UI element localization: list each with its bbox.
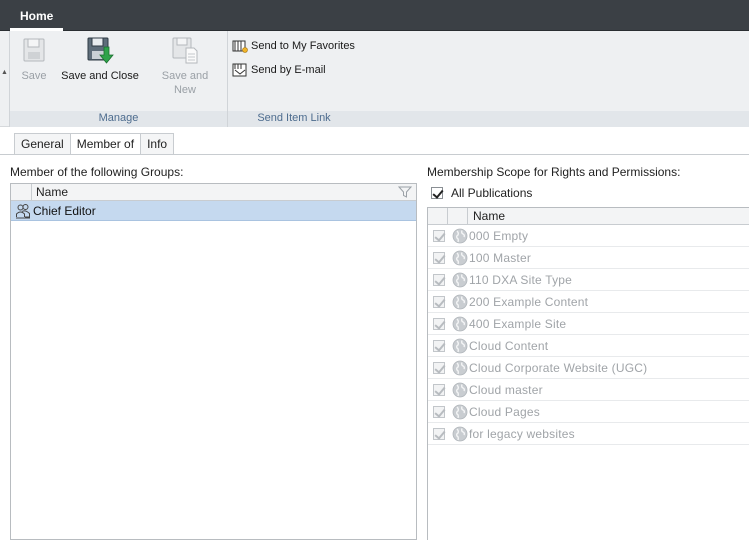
floppy-disk-icon (23, 38, 45, 62)
save-and-new-button[interactable]: Save and New (158, 35, 212, 97)
send-to-favorites-label: Send to My Favorites (251, 40, 355, 52)
ribbon-collapse-icon[interactable]: ▲ (1, 69, 9, 79)
user-group-icon (16, 203, 30, 218)
scope-caption: Membership Scope for Rights and Permissi… (427, 165, 681, 179)
publication-checkbox[interactable] (433, 384, 445, 396)
groups-list[interactable]: Name Chief Editor (10, 183, 417, 540)
email-icon (232, 63, 247, 77)
save-and-close-label: Save and Close (61, 70, 139, 82)
publication-row[interactable]: 110 DXA Site Type (428, 269, 749, 291)
save-and-new-label-1: Save and (161, 70, 209, 82)
publication-checkbox[interactable] (433, 362, 445, 374)
groups-caption: Member of the following Groups: (10, 165, 184, 179)
publication-globe-icon (452, 250, 468, 266)
publication-checkbox[interactable] (433, 252, 445, 264)
publication-checkbox[interactable] (433, 230, 445, 242)
group-name: Chief Editor (33, 203, 96, 218)
publication-row[interactable]: 200 Example Content (428, 291, 749, 313)
publication-name: 400 Example Site (469, 317, 567, 331)
publication-checkbox[interactable] (433, 340, 445, 352)
publication-checkbox[interactable] (433, 296, 445, 308)
save-new-icon (172, 37, 198, 64)
send-item-link-group-label: Send Item Link (257, 112, 331, 124)
publication-globe-icon (452, 294, 468, 310)
publication-name: 110 DXA Site Type (469, 273, 573, 287)
publication-checkbox[interactable] (433, 274, 445, 286)
publications-rows: 000 Empty 100 Master 110 DXA Site Type 200 … (428, 225, 749, 445)
publication-name: 100 Master (469, 251, 532, 265)
publication-name: for legacy websites (469, 427, 575, 441)
publication-row[interactable]: for legacy websites (428, 423, 749, 445)
publication-row[interactable]: Cloud Content (428, 335, 749, 357)
ribbon: ▲ Save Save and Close Save and New Manag… (0, 31, 749, 127)
tab-home[interactable]: Home (10, 5, 64, 31)
all-publications-label: All Publications (451, 186, 533, 200)
save-label: Save (21, 70, 47, 82)
favorites-link-icon (232, 40, 248, 53)
publication-row[interactable]: Cloud master (428, 379, 749, 401)
publication-row[interactable]: 000 Empty (428, 225, 749, 247)
tab-info[interactable]: Info (140, 133, 175, 155)
publication-name: 200 Example Content (469, 295, 589, 309)
tab-strip: General Member of Info (14, 133, 175, 155)
groups-list-header: Name (11, 184, 416, 201)
header-checkbox-column (428, 208, 448, 224)
header-icon-column (448, 208, 468, 224)
column-header-name[interactable]: Name (36, 185, 68, 199)
publication-row[interactable]: 100 Master (428, 247, 749, 269)
tab-divider (0, 154, 749, 155)
save-and-new-label-2: New (173, 84, 196, 96)
publication-row[interactable]: Cloud Pages (428, 401, 749, 423)
tab-member-of[interactable]: Member of (69, 133, 142, 155)
all-publications-checkbox[interactable] (431, 187, 443, 199)
publication-globe-icon (452, 426, 468, 442)
save-and-close-button[interactable]: Save and Close (58, 35, 142, 83)
publication-globe-icon (452, 338, 468, 354)
publications-list-header: Name (428, 208, 749, 225)
save-close-icon (87, 37, 114, 64)
publication-name: Cloud master (469, 383, 543, 397)
publication-globe-icon (452, 272, 468, 288)
publication-row[interactable]: Cloud Corporate Website (UGC) (428, 357, 749, 379)
send-by-email-label: Send by E-mail (251, 64, 326, 76)
all-publications-option[interactable]: All Publications (431, 186, 532, 200)
publication-checkbox[interactable] (433, 428, 445, 440)
publications-list[interactable]: Name 000 Empty 100 Master 110 DXA Site Typ… (427, 207, 749, 540)
publication-globe-icon (452, 316, 468, 332)
publication-globe-icon (452, 228, 468, 244)
manage-group-label: Manage (98, 112, 139, 124)
publication-name: Cloud Corporate Website (UGC) (469, 361, 648, 375)
publication-globe-icon (452, 404, 468, 420)
publication-row[interactable]: 400 Example Site (428, 313, 749, 335)
publication-checkbox[interactable] (433, 318, 445, 330)
save-button[interactable]: Save (16, 35, 52, 83)
send-to-favorites-button[interactable]: Send to My Favorites (232, 37, 355, 55)
send-by-email-button[interactable]: Send by E-mail (232, 61, 326, 79)
group-row[interactable]: Chief Editor (11, 201, 416, 221)
publication-checkbox[interactable] (433, 406, 445, 418)
column-header-name[interactable]: Name (473, 209, 505, 223)
publication-name: 000 Empty (469, 229, 529, 243)
tab-general[interactable]: General (14, 133, 71, 155)
publication-name: Cloud Pages (469, 405, 540, 419)
publication-globe-icon (452, 360, 468, 376)
publication-name: Cloud Content (469, 339, 549, 353)
publication-globe-icon (452, 382, 468, 398)
filter-icon[interactable] (398, 186, 412, 198)
top-tab-bar: Home (0, 0, 749, 31)
header-icon-column (11, 184, 32, 200)
